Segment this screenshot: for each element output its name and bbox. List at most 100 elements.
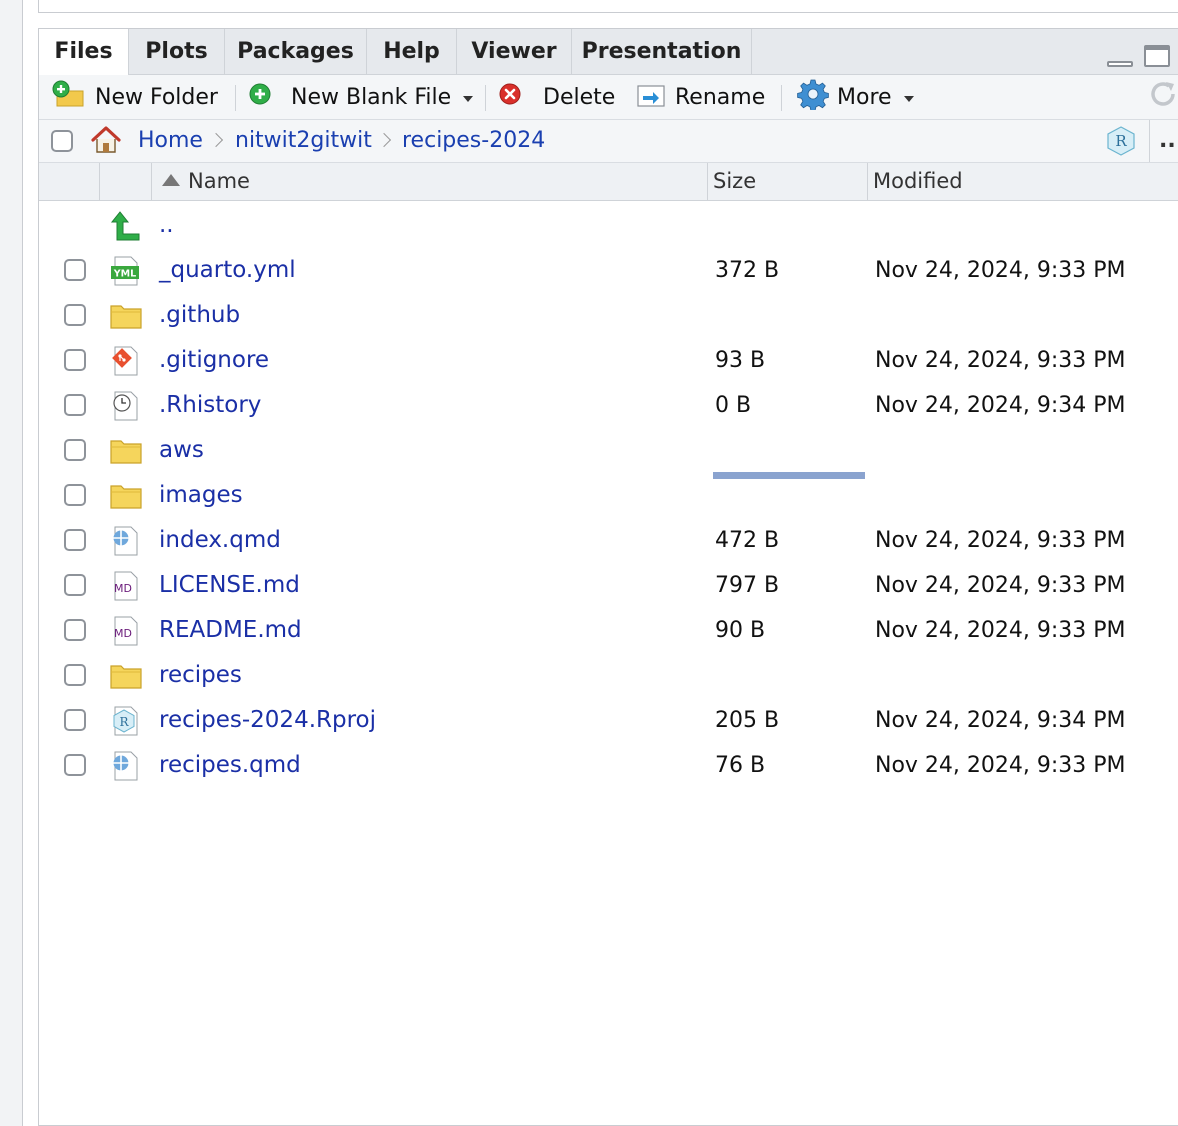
table-row[interactable]: .github: [39, 293, 1178, 338]
file-modified: Nov 24, 2024, 9:33 PM: [875, 348, 1126, 373]
row-checkbox[interactable]: [64, 394, 86, 416]
table-row[interactable]: MD LICENSE.md 797 B Nov 24, 2024, 9:33 P…: [39, 563, 1178, 608]
file-size: 93 B: [715, 348, 766, 373]
file-name-link[interactable]: .gitignore: [159, 338, 269, 383]
table-row[interactable]: aws: [39, 428, 1178, 473]
table-row[interactable]: recipes: [39, 653, 1178, 698]
toolbar-separator: [235, 85, 236, 111]
home-icon[interactable]: [89, 124, 123, 160]
modified-column-label: Modified: [873, 169, 963, 193]
chevron-down-icon: [463, 96, 474, 102]
more-button[interactable]: More: [797, 75, 914, 119]
breadcrumb-separator: [208, 132, 224, 148]
svg-text:MD: MD: [114, 627, 132, 640]
rename-label: Rename: [675, 84, 766, 110]
tab-plots[interactable]: Plots: [129, 29, 225, 74]
file-size: 797 B: [715, 573, 780, 598]
file-name-link[interactable]: _quarto.yml: [159, 248, 296, 293]
sort-ascending-icon: [162, 174, 180, 186]
parent-directory-row[interactable]: ..: [39, 203, 1178, 248]
tab-packages[interactable]: Packages: [225, 29, 367, 74]
table-row[interactable]: YML _quarto.yml 372 B Nov 24, 2024, 9:33…: [39, 248, 1178, 293]
file-name-link[interactable]: LICENSE.md: [159, 563, 300, 608]
tab-viewer[interactable]: Viewer: [457, 29, 572, 74]
rename-button[interactable]: Rename: [635, 75, 765, 119]
row-checkbox[interactable]: [64, 664, 86, 686]
svg-text:MD: MD: [114, 582, 132, 595]
row-checkbox[interactable]: [64, 484, 86, 506]
quarto-file-icon: [109, 750, 143, 782]
file-name-link[interactable]: recipes.qmd: [159, 743, 301, 788]
new-blank-file-button[interactable]: New Blank File: [249, 75, 474, 119]
row-checkbox[interactable]: [64, 754, 86, 776]
markdown-file-icon: MD: [109, 570, 143, 602]
file-name-link[interactable]: recipes-2024.Rproj: [159, 698, 376, 743]
file-modified: Nov 24, 2024, 9:33 PM: [875, 573, 1126, 598]
yml-file-icon: YML: [109, 255, 143, 287]
breadcrumb: Home nitwit2gitwit recipes-2024 R ...: [39, 120, 1178, 163]
maximize-pane-icon[interactable]: [1144, 45, 1170, 67]
rproject-icon[interactable]: R: [1105, 125, 1137, 161]
breadcrumb-home[interactable]: Home: [138, 120, 203, 162]
file-size: 372 B: [715, 258, 780, 283]
row-checkbox[interactable]: [64, 619, 86, 641]
new-folder-button[interactable]: New Folder: [51, 75, 218, 119]
select-all-checkbox[interactable]: [51, 130, 73, 152]
table-row[interactable]: R recipes-2024.Rproj 205 B Nov 24, 2024,…: [39, 698, 1178, 743]
tab-files[interactable]: Files: [39, 29, 129, 75]
file-name-link[interactable]: aws: [159, 428, 204, 473]
refresh-button[interactable]: [1147, 75, 1178, 119]
file-size: 472 B: [715, 528, 780, 553]
table-row[interactable]: images: [39, 473, 1178, 518]
file-size: 205 B: [715, 708, 780, 733]
new-folder-label: New Folder: [95, 84, 218, 110]
add-file-icon: [249, 83, 271, 111]
toolbar-separator: [781, 85, 782, 111]
modified-column-header[interactable]: Modified: [867, 163, 1178, 200]
breadcrumb-overflow-button[interactable]: ...: [1159, 120, 1178, 162]
delete-button[interactable]: Delete: [499, 75, 615, 119]
file-size: 90 B: [715, 618, 766, 643]
svg-text:R: R: [1115, 132, 1127, 150]
breadcrumb-nitwit2gitwit[interactable]: nitwit2gitwit: [235, 120, 372, 162]
table-row[interactable]: .Rhistory 0 B Nov 24, 2024, 9:34 PM: [39, 383, 1178, 428]
breadcrumb-recipes-2024[interactable]: recipes-2024: [402, 120, 545, 162]
file-name-link[interactable]: index.qmd: [159, 518, 281, 563]
tab-help[interactable]: Help: [367, 29, 457, 74]
git-file-icon: [109, 345, 143, 377]
table-row[interactable]: index.qmd 472 B Nov 24, 2024, 9:33 PM: [39, 518, 1178, 563]
row-checkbox[interactable]: [64, 574, 86, 596]
file-modified: Nov 24, 2024, 9:33 PM: [875, 528, 1126, 553]
tab-presentation[interactable]: Presentation: [572, 29, 752, 74]
delete-icon: [499, 83, 521, 111]
table-row[interactable]: recipes.qmd 76 B Nov 24, 2024, 9:33 PM: [39, 743, 1178, 788]
minimize-pane-icon[interactable]: [1107, 45, 1133, 67]
history-file-icon: [109, 390, 143, 422]
parent-directory-link[interactable]: ..: [159, 203, 174, 248]
size-column-header[interactable]: Size: [707, 163, 867, 200]
quarto-file-icon: [109, 525, 143, 557]
name-column-header[interactable]: Name: [151, 163, 707, 200]
table-row[interactable]: MD README.md 90 B Nov 24, 2024, 9:33 PM: [39, 608, 1178, 653]
delete-label: Delete: [543, 84, 616, 110]
loading-progress-bar: [713, 472, 865, 479]
file-modified: Nov 24, 2024, 9:33 PM: [875, 618, 1126, 643]
rproj-file-icon: R: [109, 705, 143, 737]
row-checkbox[interactable]: [64, 439, 86, 461]
file-name-link[interactable]: images: [159, 473, 243, 518]
file-modified: Nov 24, 2024, 9:34 PM: [875, 393, 1126, 418]
row-checkbox[interactable]: [64, 349, 86, 371]
file-name-link[interactable]: README.md: [159, 608, 302, 653]
row-checkbox[interactable]: [64, 529, 86, 551]
folder-icon: [109, 480, 143, 512]
svg-text:YML: YML: [113, 269, 136, 280]
row-checkbox[interactable]: [64, 709, 86, 731]
icon-column-header: [99, 163, 151, 200]
file-name-link[interactable]: recipes: [159, 653, 242, 698]
file-name-link[interactable]: .github: [159, 293, 240, 338]
row-checkbox[interactable]: [64, 304, 86, 326]
file-name-link[interactable]: .Rhistory: [159, 383, 261, 428]
new-blank-file-label: New Blank File: [291, 84, 452, 110]
table-row[interactable]: .gitignore 93 B Nov 24, 2024, 9:33 PM: [39, 338, 1178, 383]
row-checkbox[interactable]: [64, 259, 86, 281]
